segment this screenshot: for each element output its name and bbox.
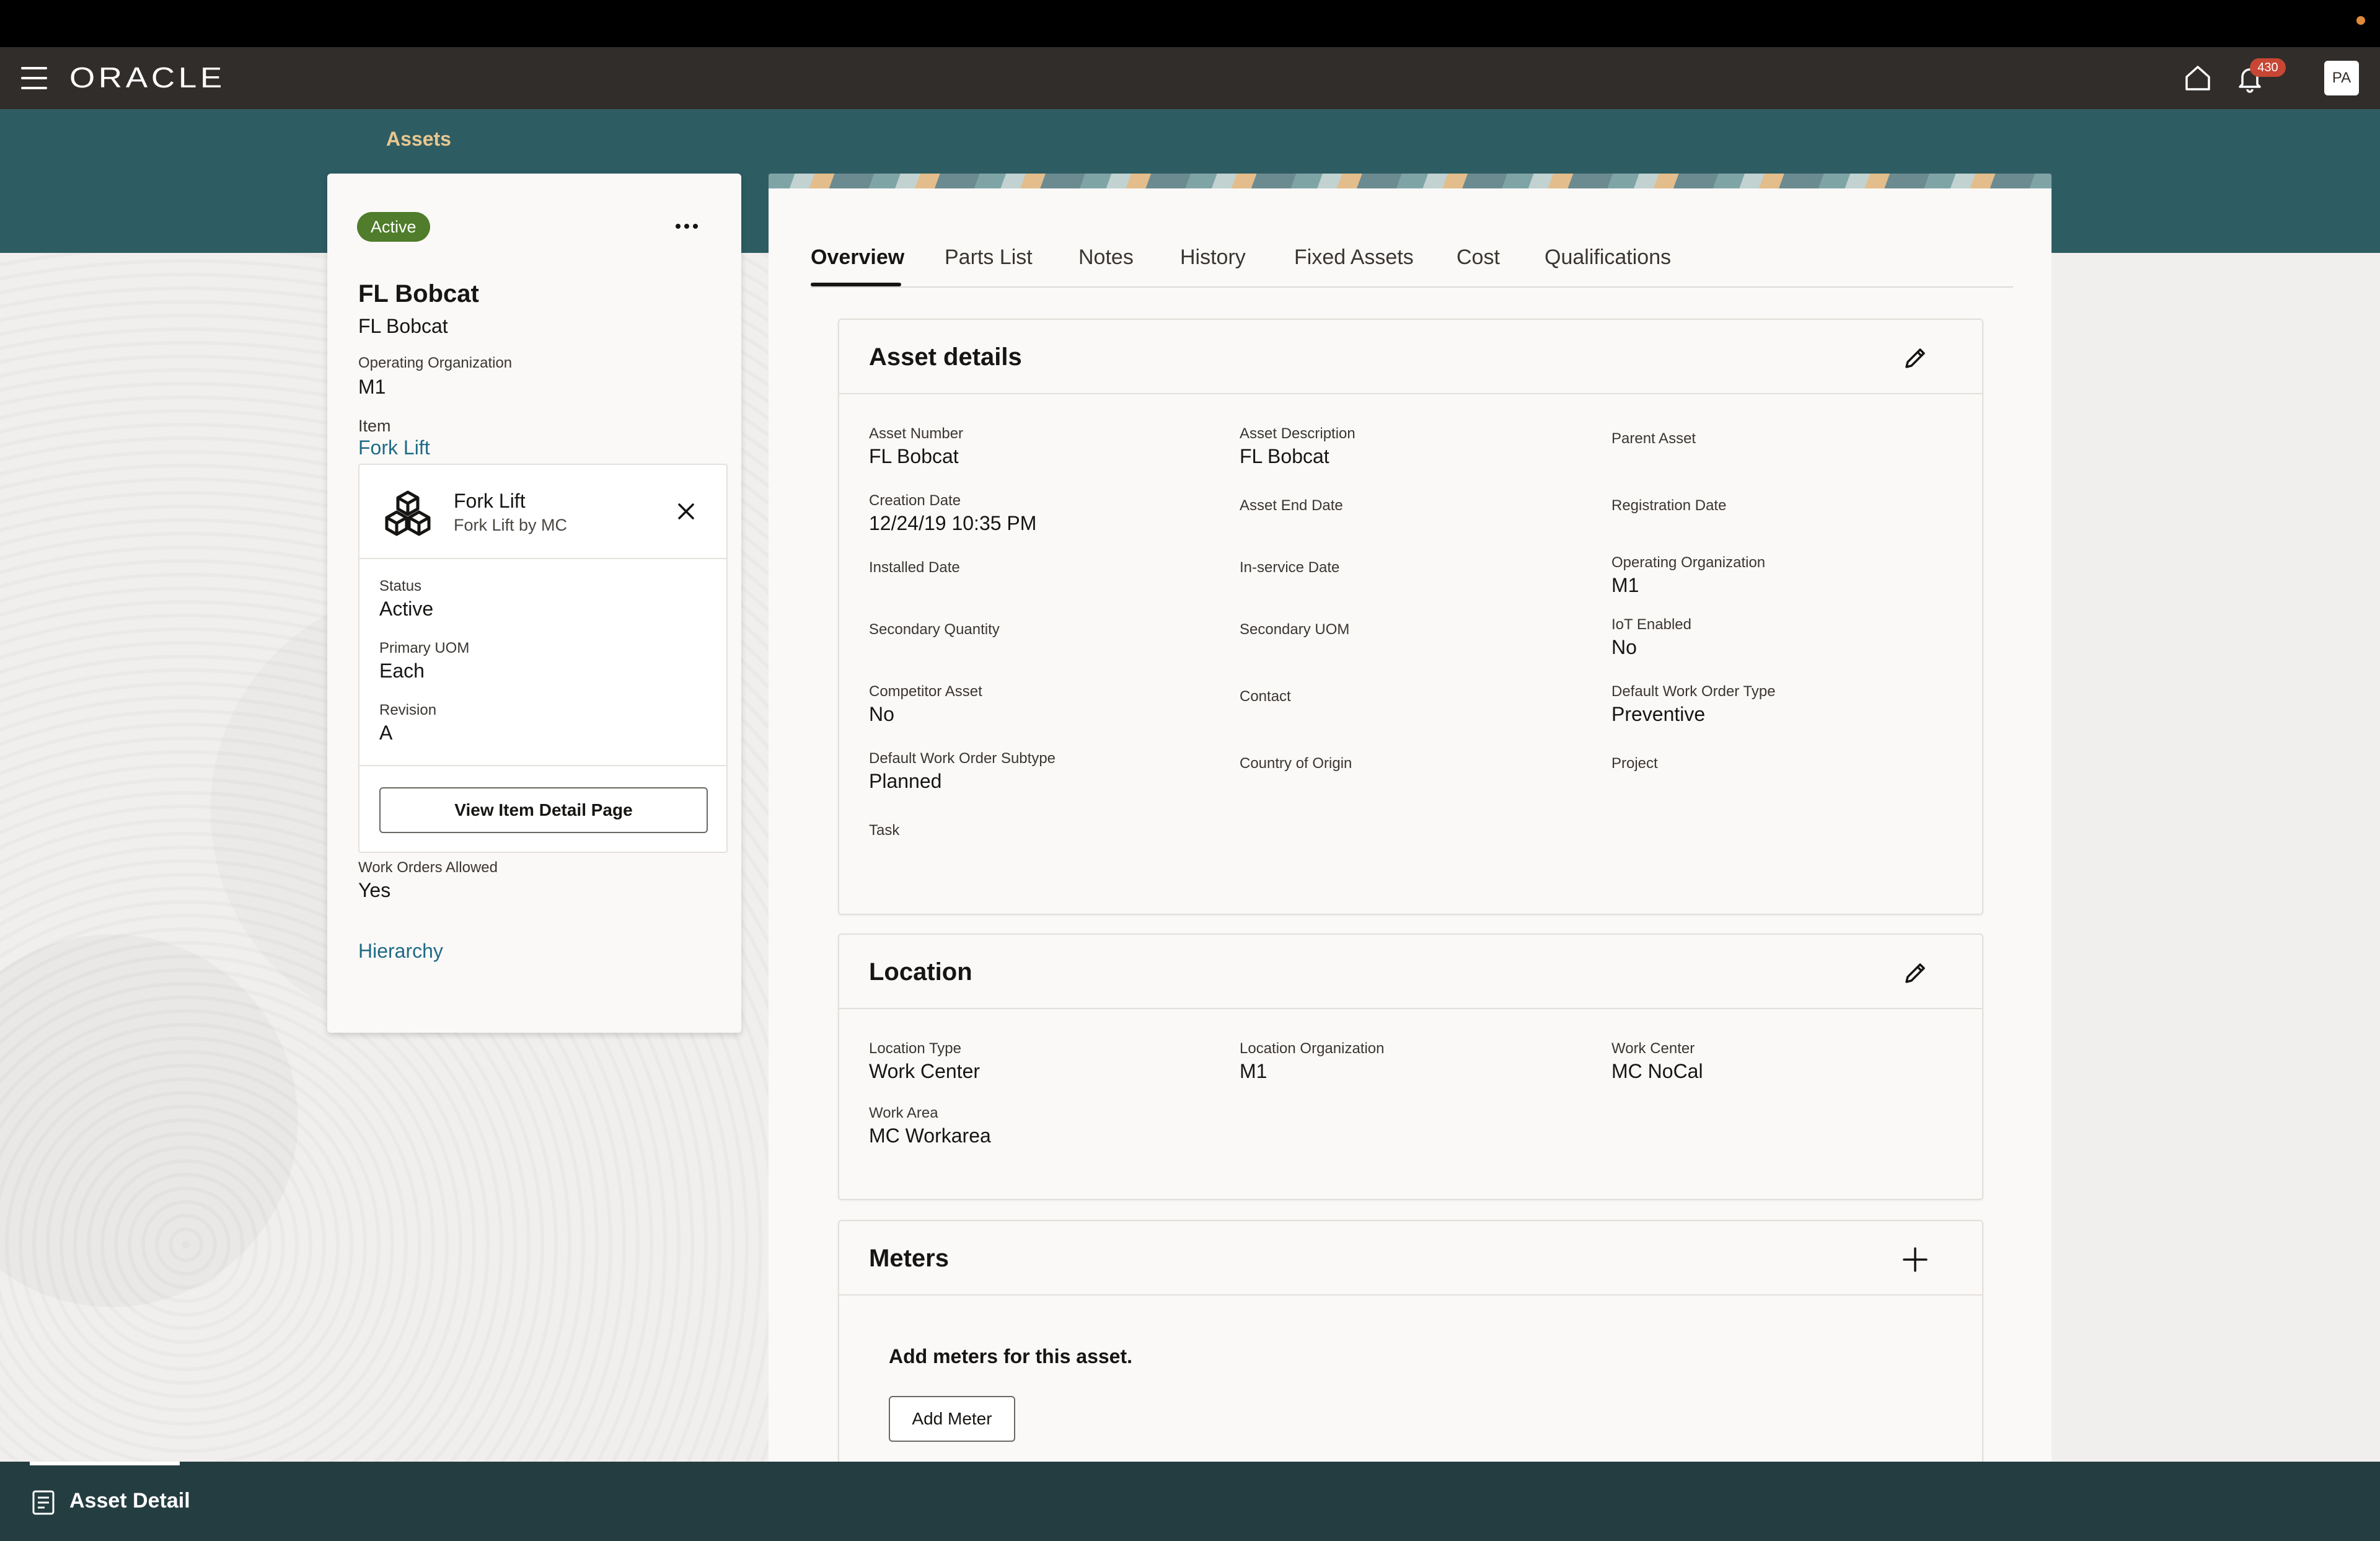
field-value: 12/24/19 10:35 PM	[869, 512, 1037, 534]
user-avatar[interactable]: PA	[2324, 61, 2359, 95]
tab-history[interactable]: History	[1180, 245, 1246, 270]
document-icon	[32, 1490, 55, 1515]
field-label: Country of Origin	[1240, 755, 1352, 772]
footer-tab-bar: Asset Detail	[0, 1462, 2380, 1541]
section-title: Meters	[869, 1245, 949, 1272]
tab-qualifications[interactable]: Qualifications	[1545, 245, 1671, 270]
popup-revision-value: A	[379, 722, 393, 744]
field-label: Secondary Quantity	[869, 621, 1000, 638]
field-value: MC Workarea	[869, 1124, 991, 1147]
section-header	[839, 1221, 1982, 1296]
field-label: Task	[869, 822, 900, 839]
field-label: Competitor Asset	[869, 683, 982, 700]
field-label: Project	[1611, 755, 1658, 772]
section-title: Asset details	[869, 343, 1022, 371]
field-label: Default Work Order Subtype	[869, 750, 1056, 767]
tab-cost[interactable]: Cost	[1457, 245, 1500, 270]
field-value: Preventive	[1611, 703, 1706, 725]
asset-subtitle: FL Bobcat	[358, 315, 448, 337]
popup-subtitle: Fork Lift by MC	[454, 516, 568, 534]
field-value: Planned	[869, 770, 942, 792]
tab-bar: Overview Parts List Notes History Fixed …	[811, 242, 2013, 288]
field-label: Work Area	[869, 1105, 938, 1121]
field-value: No	[869, 703, 894, 725]
asset-title: FL Bobcat	[358, 280, 479, 307]
field-label: Work Center	[1611, 1040, 1695, 1057]
edit-pencil-icon[interactable]	[1900, 958, 1930, 988]
popup-status-label: Status	[379, 578, 422, 594]
tab-overview[interactable]: Overview	[811, 245, 904, 270]
active-tab-indicator	[811, 283, 901, 286]
operating-org-value: M1	[358, 376, 386, 398]
section-header	[839, 935, 1982, 1009]
field-label: Contact	[1240, 688, 1291, 705]
field-label: Default Work Order Type	[1611, 683, 1776, 700]
status-badge: Active	[357, 212, 430, 242]
asset-details-section: Asset details Asset Number FL Bobcat Asset…	[838, 319, 1983, 915]
field-label: Operating Organization	[1611, 554, 1766, 571]
field-value: FL Bobcat	[869, 445, 959, 467]
popup-title: Fork Lift	[454, 490, 526, 512]
asset-summary-card: Active FL Bobcat FL Bobcat Operating Org…	[327, 174, 741, 1033]
popup-revision-label: Revision	[379, 702, 437, 718]
app-header: ORACLE 430 PA	[0, 47, 2380, 109]
field-label: Location Type	[869, 1040, 962, 1057]
oracle-logo: ORACLE	[69, 61, 226, 94]
section-title: Location	[869, 958, 972, 986]
system-status-bar	[0, 0, 2380, 47]
close-icon[interactable]	[676, 501, 697, 522]
field-value: No	[1611, 636, 1637, 658]
menu-icon[interactable]	[21, 67, 47, 89]
field-value: MC NoCal	[1611, 1060, 1703, 1082]
status-dot	[2356, 16, 2365, 25]
meters-section: Meters Add meters for this asset. Add Me…	[838, 1220, 1983, 1468]
work-orders-allowed-label: Work Orders Allowed	[358, 859, 498, 876]
hierarchy-link[interactable]: Hierarchy	[358, 940, 443, 963]
field-label: In-service Date	[1240, 559, 1340, 576]
field-label: Parent Asset	[1611, 430, 1696, 447]
field-label: Asset End Date	[1240, 497, 1343, 514]
field-label: Asset Number	[869, 425, 964, 442]
tab-parts-list[interactable]: Parts List	[945, 245, 1033, 270]
edit-pencil-icon[interactable]	[1900, 343, 1930, 373]
field-label: Creation Date	[869, 492, 961, 509]
more-actions-icon[interactable]	[669, 211, 704, 242]
footer-asset-detail-tab[interactable]: Asset Detail	[69, 1489, 190, 1513]
field-label: Asset Description	[1240, 425, 1355, 442]
cubes-icon	[385, 490, 431, 536]
field-label: Location Organization	[1240, 1040, 1385, 1057]
field-label: IoT Enabled	[1611, 616, 1691, 633]
field-value: Work Center	[869, 1060, 981, 1082]
item-popup: Fork Lift Fork Lift by MC Status Active …	[358, 464, 728, 853]
popup-status-value: Active	[379, 598, 434, 620]
popup-uom-value: Each	[379, 660, 425, 682]
item-label: Item	[358, 417, 391, 435]
panel-banner-art	[769, 174, 2052, 188]
field-label: Secondary UOM	[1240, 621, 1350, 638]
location-section: Location Location Type Work Center Locatio…	[838, 934, 1983, 1200]
meters-empty-text: Add meters for this asset.	[889, 1345, 1132, 1367]
add-meter-button[interactable]: Add Meter	[889, 1396, 1015, 1442]
field-value: M1	[1240, 1060, 1267, 1082]
tab-notes[interactable]: Notes	[1078, 245, 1134, 270]
add-plus-icon[interactable]	[1900, 1245, 1930, 1274]
field-value: FL Bobcat	[1240, 445, 1329, 467]
field-label: Installed Date	[869, 559, 960, 576]
tab-fixed-assets[interactable]: Fixed Assets	[1294, 245, 1414, 270]
notification-badge: 430	[2250, 58, 2286, 77]
field-label: Registration Date	[1611, 497, 1727, 514]
popup-uom-label: Primary UOM	[379, 640, 470, 656]
work-orders-allowed-value: Yes	[358, 879, 391, 901]
footer-active-indicator	[30, 1462, 180, 1465]
home-icon[interactable]	[2182, 62, 2214, 94]
field-value: M1	[1611, 574, 1639, 596]
operating-org-label: Operating Organization	[358, 355, 513, 371]
view-item-detail-button[interactable]: View Item Detail Page	[379, 787, 708, 833]
breadcrumb-assets[interactable]: Assets	[386, 128, 451, 151]
item-link[interactable]: Fork Lift	[358, 436, 430, 459]
